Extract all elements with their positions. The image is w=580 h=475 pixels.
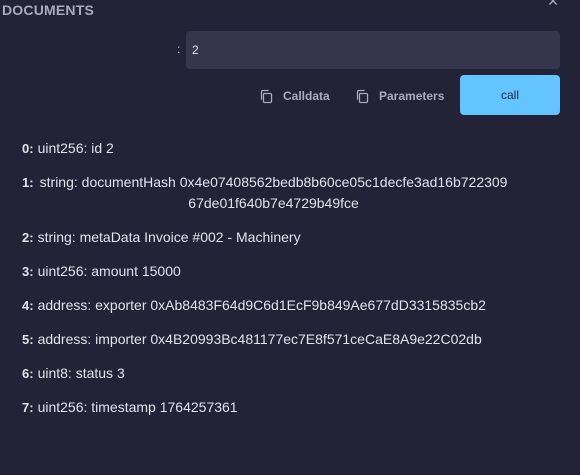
parameter-input[interactable]	[186, 31, 560, 69]
result-value: uint256: id 2	[37, 140, 114, 156]
result-value: uint8: status 3	[37, 365, 125, 381]
result-value: address: exporter 0xAb8483F64d9C6d1EcF9b…	[37, 297, 486, 313]
close-icon[interactable]: ×	[544, 0, 562, 10]
result-value: uint256: timestamp 1764257361	[37, 399, 238, 415]
result-row: 7: uint256: timestamp 1764257361	[22, 397, 522, 418]
copy-calldata-button[interactable]: Calldata	[259, 84, 330, 108]
result-row: 1: string: documentHash 0x4e07408562bedb8…	[22, 172, 522, 214]
call-button[interactable]: call	[460, 75, 560, 115]
function-title: DOCUMENTS	[2, 2, 95, 18]
copy-parameters-button[interactable]: Parameters	[355, 84, 444, 108]
result-index: 7:	[22, 400, 34, 415]
result-row: 0: uint256: id 2	[22, 138, 522, 159]
result-value: address: importer 0x4B20993Bc481177ec7E8…	[37, 331, 482, 347]
result-index: 1:	[22, 175, 34, 190]
parameter-separator: :	[177, 42, 181, 56]
result-index: 5:	[22, 332, 34, 347]
result-index: 2:	[22, 230, 34, 245]
result-row: 5: address: importer 0x4B20993Bc481177ec7…	[22, 329, 522, 350]
contract-function-panel: DOCUMENTS × : Calldata Parameters call 0…	[0, 0, 580, 475]
result-index: 6:	[22, 366, 34, 381]
result-row: 3: uint256: amount 15000	[22, 261, 522, 282]
result-value: string: documentHash 0x4e07408562bedb8b6…	[39, 174, 508, 211]
result-value: uint256: amount 15000	[37, 263, 181, 279]
parameters-label: Parameters	[379, 89, 445, 103]
copy-icon	[259, 89, 274, 104]
result-row: 2: string: metaData Invoice #002 - Machin…	[22, 227, 522, 248]
result-index: 3:	[22, 264, 34, 279]
result-row: 4: address: exporter 0xAb8483F64d9C6d1EcF…	[22, 295, 522, 316]
calldata-label: Calldata	[283, 89, 330, 103]
call-results: 0: uint256: id 2 1: string: documentHash 0x…	[22, 138, 522, 431]
result-index: 0:	[22, 141, 34, 156]
copy-icon	[355, 89, 370, 104]
result-value: string: metaData Invoice #002 - Machiner…	[37, 229, 301, 245]
result-index: 4:	[22, 298, 34, 313]
result-row: 6: uint8: status 3	[22, 363, 522, 384]
